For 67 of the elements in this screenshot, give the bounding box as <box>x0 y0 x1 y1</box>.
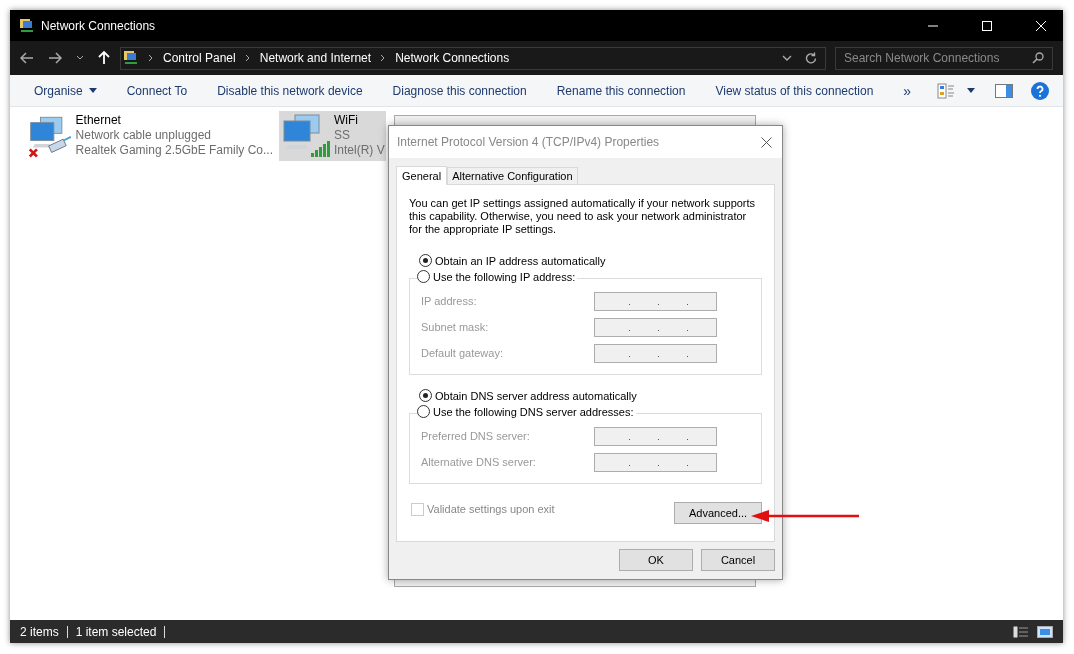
caret-icon[interactable] <box>967 88 975 93</box>
toolbar-button[interactable]: Rename this connection <box>541 79 701 102</box>
toolbar-button[interactable]: Diagnose this connection <box>377 79 542 102</box>
ok-button[interactable]: OK <box>619 549 693 571</box>
ip-address-field[interactable] <box>594 426 717 446</box>
maximize-icon[interactable] <box>981 19 993 32</box>
device-name: Intel(R) V <box>334 143 385 157</box>
field-label: Subnet mask: <box>421 321 489 333</box>
help-icon[interactable] <box>1031 81 1049 100</box>
preview-pane-icon[interactable] <box>995 83 1013 98</box>
field-label: Default gateway: <box>421 347 503 359</box>
connection-status: Network cable unplugged <box>75 128 212 142</box>
search-field[interactable]: Search Network Connections <box>835 46 1053 70</box>
network-folder-icon <box>123 50 139 66</box>
back-arrow-icon[interactable] <box>20 52 34 64</box>
chevron-down-icon[interactable] <box>76 55 84 61</box>
network-folder-icon <box>19 17 35 34</box>
breadcrumb[interactable]: Network and Internet <box>259 51 372 65</box>
connection-name: WiFi <box>334 113 359 127</box>
refresh-icon[interactable] <box>805 52 817 64</box>
address-bar[interactable]: Control Panel Network and Internet Network Connections <box>120 46 826 70</box>
ip-address-field[interactable] <box>594 452 717 472</box>
toolbar-button[interactable]: Connect To <box>111 79 203 102</box>
more-commands-button[interactable]: » <box>888 78 927 103</box>
toolbar-button[interactable]: Disable this network device <box>202 79 378 102</box>
dialog-title: Internet Protocol Version 4 (TCP/IPv4) Properties <box>397 135 660 149</box>
description-text: You can get IP settings assigned automatically if your network supports this capability. Otherwise, you need to ask your network administrator for the appropriate IP settings. <box>409 197 757 236</box>
chevron-right-icon <box>244 54 251 62</box>
field-label: Alternative DNS server: <box>421 456 536 468</box>
search-icon <box>1032 52 1044 64</box>
forward-arrow-icon[interactable] <box>48 52 62 64</box>
chevron-right-icon <box>380 54 387 62</box>
large-icons-view-icon[interactable] <box>1037 625 1053 638</box>
device-name: Realtek Gaming 2.5GbE Family Co... <box>75 143 273 157</box>
field-label: Preferred DNS server: <box>421 430 530 442</box>
chevron-right-icon <box>148 54 154 62</box>
advanced-button[interactable]: Advanced... <box>674 502 762 524</box>
up-arrow-icon[interactable] <box>98 51 110 65</box>
ip-address-field[interactable] <box>594 343 717 363</box>
ip-address-field[interactable] <box>594 291 717 311</box>
status-text: 1 item selected <box>75 624 157 639</box>
connection-item[interactable]: Ethernet Network cable unplugged Realtek Gaming 2.5GbE Family Co... <box>26 111 279 161</box>
connection-name: Ethernet <box>75 113 122 127</box>
search-input[interactable]: Search Network Connections <box>844 51 1032 65</box>
ip-address-field[interactable] <box>594 317 717 337</box>
tab[interactable]: Alternative Configuration <box>447 167 578 184</box>
details-view-icon[interactable] <box>1013 625 1029 638</box>
toolbar-button[interactable]: View status of this connection <box>700 79 889 102</box>
cancel-button[interactable]: Cancel <box>701 549 775 571</box>
tab[interactable]: General <box>396 166 448 185</box>
radio-option[interactable]: Obtain DNS server address automatically <box>419 389 637 402</box>
radio-option[interactable]: Use the following IP address: <box>417 270 576 283</box>
status-text: 2 items <box>20 624 59 639</box>
radio-option[interactable]: Obtain an IP address automatically <box>419 254 606 267</box>
window-title: Network Connections <box>41 18 156 33</box>
view-options-icon[interactable] <box>937 82 955 99</box>
radio-option[interactable]: Use the following DNS server addresses: <box>417 405 634 418</box>
breadcrumb[interactable]: Control Panel <box>163 51 236 65</box>
field-label: IP address: <box>421 295 477 307</box>
breadcrumb[interactable]: Network Connections <box>395 51 510 65</box>
toolbar-menu-button[interactable]: Organise <box>19 79 112 102</box>
network-computers-icon <box>281 113 331 159</box>
caret-icon <box>88 88 97 93</box>
connection-status: SS <box>334 128 351 142</box>
close-icon[interactable] <box>761 136 772 148</box>
connection-item[interactable]: WiFi SS Intel(R) V <box>279 111 386 161</box>
chevron-down-icon[interactable] <box>782 55 792 61</box>
